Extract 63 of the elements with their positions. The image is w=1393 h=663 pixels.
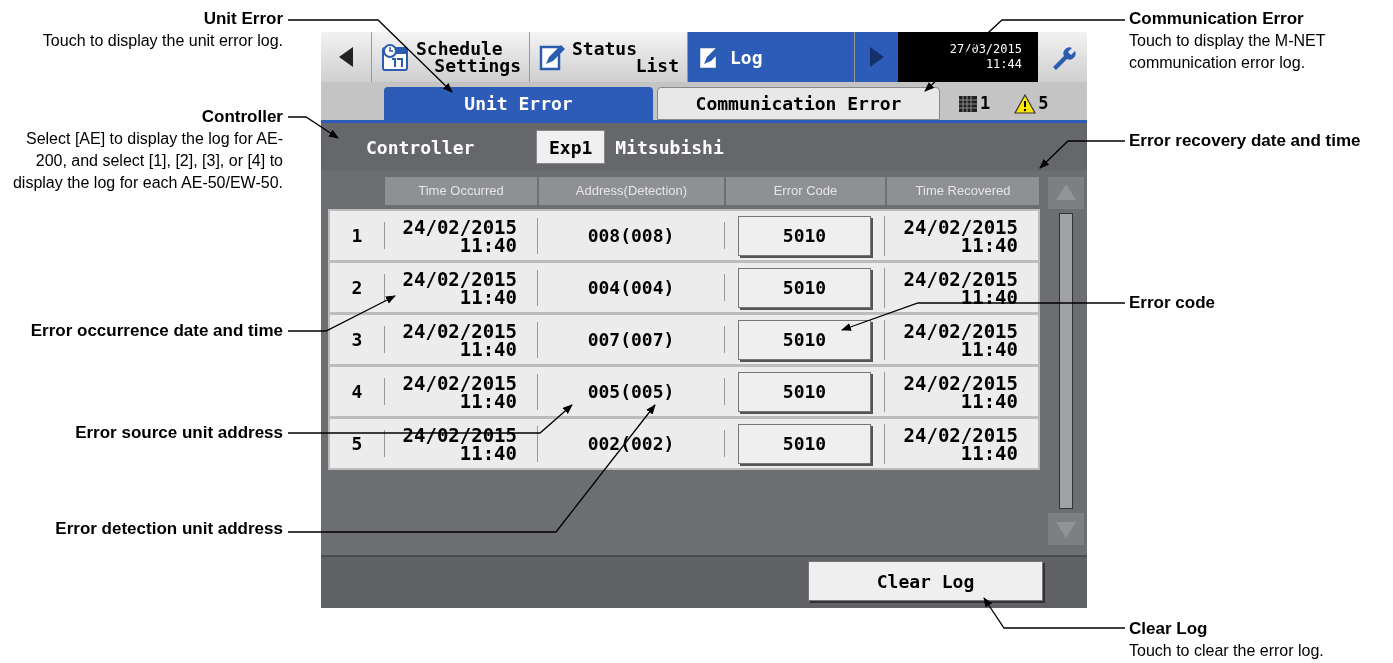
column-header: Address(Detection) [539, 177, 724, 205]
settings-button[interactable] [1038, 32, 1087, 82]
column-header: Time Occurred [385, 177, 537, 205]
callout-title: Clear Log [1129, 618, 1209, 640]
indicator-count: 1 [980, 91, 991, 115]
address-cell: 005(005) [538, 378, 725, 405]
callout-title: Controller [200, 106, 283, 128]
pencil-note-icon [538, 42, 566, 72]
time-recovered: 24/02/2015 11:40 [902, 425, 1019, 462]
right-arrow-icon [867, 46, 886, 68]
time-occurred: 24/02/2015 11:40 [385, 217, 538, 254]
callout-text: Select [AE] to display the log for AE-200, and select [1], [2], [3], or [4] to display the log for each AE-50/EW-50. [11, 129, 283, 193]
callout-text: Touch to display the M-NET communication error log. [1129, 31, 1327, 73]
controller-name: Mitsubishi [615, 135, 724, 160]
grid-icon [958, 94, 978, 113]
clock-date: 27/03/2015 [949, 42, 1022, 57]
scroll-track[interactable] [1059, 213, 1073, 509]
clear-log-button[interactable]: Clear Log [808, 561, 1043, 601]
callout-title: Error recovery date and time [1129, 130, 1362, 152]
sub-tab[interactable]: Unit Error [384, 87, 653, 120]
time-recovered: 24/02/2015 11:40 [902, 269, 1019, 306]
time-recovered: 24/02/2015 11:40 [902, 373, 1019, 410]
menu-tab[interactable]: Status List [530, 32, 688, 82]
callout-title: Error source unit address [74, 422, 283, 444]
warning-icon [1014, 93, 1037, 114]
controller-button[interactable]: Exp1 [536, 130, 606, 164]
row-number: 5 [330, 430, 385, 457]
error-code-button[interactable]: 5010 [738, 423, 871, 464]
row-number: 2 [330, 274, 385, 301]
callout-title: Communication Error [1129, 8, 1305, 30]
error-code-button[interactable]: 5010 [738, 371, 871, 412]
error-code-button[interactable]: 5010 [738, 319, 871, 360]
menu-tab[interactable]: Schedule Settings [372, 32, 530, 82]
row-number: 4 [330, 378, 385, 405]
calendar-icon [380, 42, 410, 72]
address-cell: 008(008) [538, 222, 725, 249]
row-number: 3 [330, 326, 385, 353]
address-cell: 007(007) [538, 326, 725, 353]
menu-tab[interactable]: Log [688, 32, 855, 82]
time-occurred: 24/02/2015 11:40 [385, 269, 538, 306]
left-arrow-icon [337, 46, 355, 68]
leader-line [287, 116, 339, 139]
controller-label: Controller [366, 135, 476, 160]
callout-title: Error code [1129, 292, 1216, 314]
address-cell: 004(004) [538, 274, 725, 301]
back-button[interactable] [321, 32, 372, 82]
time-recovered: 24/02/2015 11:40 [902, 217, 1019, 254]
time-recovered: 24/02/2015 11:40 [902, 321, 1019, 358]
callout-text: Touch to clear the error log. [1129, 641, 1325, 661]
clock-time: 11:44 [985, 57, 1022, 72]
callout-title: Error occurrence date and time [29, 320, 283, 342]
error-code-button[interactable]: 5010 [738, 267, 871, 308]
callout-title: Unit Error [202, 8, 283, 30]
time-occurred: 24/02/2015 11:40 [385, 321, 538, 358]
indicator-count: 5 [1038, 91, 1049, 115]
column-header: Error Code [726, 177, 885, 205]
row-number: 1 [330, 222, 385, 249]
column-header: Time Recovered [887, 177, 1039, 205]
sub-tab[interactable]: Communication Error [657, 87, 940, 120]
callout-text: Touch to display the unit error log. [41, 31, 283, 51]
callout-title: Error detection unit address [54, 518, 283, 540]
time-occurred: 24/02/2015 11:40 [385, 373, 538, 410]
error-code-button[interactable]: 5010 [738, 215, 871, 256]
